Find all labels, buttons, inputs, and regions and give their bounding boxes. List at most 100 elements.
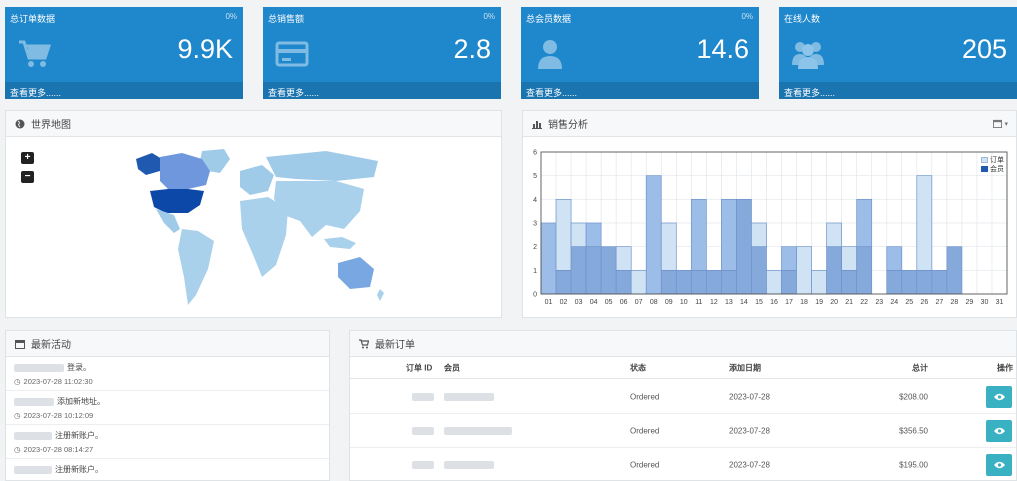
bar-overlap	[660, 269, 677, 295]
users-icon	[792, 42, 824, 69]
orders-table-header: 订单 ID 会员 状态 添加日期 总计 操作	[350, 357, 1016, 379]
tile-value: 205	[961, 34, 1007, 64]
bar-overlap	[856, 246, 873, 295]
x-tick-label: 18	[800, 299, 808, 306]
tile-value: 9.9K	[177, 34, 233, 64]
bar-members	[540, 222, 557, 295]
redacted-user	[14, 397, 54, 406]
bar-overlap	[570, 246, 587, 295]
map-region-australia	[338, 257, 374, 289]
redacted-member	[444, 426, 512, 435]
column-header-total[interactable]: 总计	[912, 362, 928, 373]
bar-orders	[766, 269, 782, 295]
bar-members	[645, 175, 662, 295]
x-tick-label: 31	[996, 299, 1004, 306]
activity-item[interactable]: 注册新账户。 ◷ 2023-07-28 08:14:27	[6, 425, 329, 459]
view-order-button[interactable]	[986, 453, 1012, 476]
tile-value: 14.6	[696, 34, 749, 64]
redacted-order-id	[412, 426, 434, 435]
redacted-order-id	[412, 392, 434, 401]
x-tick-label: 21	[845, 299, 853, 306]
activity-item[interactable]: 注册新账户。	[6, 459, 329, 480]
latest-activity-panel: 最新活动 登录。 ◷ 2023-07-28 11:02:30 添加新地址。 ◷ 20…	[5, 330, 330, 481]
tile-value: 2.8	[453, 34, 491, 64]
date-range-dropdown[interactable]: ▾	[992, 118, 1008, 129]
activity-time: 2023-07-28 08:14:27	[23, 445, 94, 454]
y-tick-label: 3	[533, 221, 537, 228]
activity-action: 登录。	[67, 363, 91, 372]
bar-overlap	[706, 269, 722, 295]
map-zoom-in-button[interactable]: +	[21, 152, 34, 164]
redacted-member	[444, 460, 494, 469]
legend-item-orders: 订单	[981, 156, 1004, 165]
order-total: $208.00	[899, 392, 928, 401]
bar-orders	[796, 246, 812, 295]
map-zoom-out-button[interactable]: −	[21, 171, 34, 183]
bar-overlap	[946, 246, 963, 295]
caret-down-icon: ▾	[1004, 121, 1008, 128]
world-map[interactable]	[116, 145, 386, 315]
credit-card-icon	[275, 41, 309, 67]
tile-title: 总订单数据	[10, 14, 56, 24]
x-tick-label: 25	[905, 299, 913, 306]
bar-orders	[630, 269, 647, 295]
bar-chart-icon	[532, 120, 542, 129]
order-date: 2023-07-28	[729, 460, 770, 469]
panel-title: 最新订单	[375, 340, 415, 351]
tile-more-link[interactable]: 查看更多......	[5, 82, 243, 99]
bar-members	[856, 198, 873, 248]
legend-item-members: 会员	[981, 165, 1004, 174]
eye-icon	[993, 461, 1005, 468]
activity-action: 添加新地址。	[57, 397, 105, 406]
tile-title: 总会员数据	[526, 14, 572, 24]
bar-overlap	[841, 269, 858, 295]
x-tick-label: 07	[635, 299, 643, 306]
x-tick-label: 13	[725, 299, 733, 306]
chart-legend: 订单 会员	[981, 156, 1004, 174]
column-header-id[interactable]: 订单 ID	[406, 362, 432, 373]
x-tick-label: 28	[950, 299, 958, 306]
eye-icon	[993, 427, 1005, 434]
bar-orders	[615, 246, 632, 271]
panel-title: 最新活动	[31, 340, 71, 351]
activity-item[interactable]: 登录。 ◷ 2023-07-28 11:02:30	[6, 357, 329, 391]
activity-item[interactable]: 添加新地址。 ◷ 2023-07-28 10:12:09	[6, 391, 329, 425]
bar-overlap	[600, 246, 617, 295]
tile-percent: 0%	[225, 12, 237, 21]
y-tick-label: 0	[533, 292, 537, 299]
user-icon	[538, 40, 562, 69]
tile-more-link[interactable]: 查看更多......	[779, 82, 1017, 99]
bar-orders	[811, 269, 827, 295]
bar-overlap	[585, 246, 602, 295]
shopping-cart-icon	[19, 40, 51, 67]
x-tick-label: 05	[605, 299, 613, 306]
y-tick-label: 4	[533, 197, 537, 204]
x-tick-label: 06	[620, 299, 628, 306]
view-order-button[interactable]	[986, 419, 1012, 442]
view-order-button[interactable]	[986, 385, 1012, 408]
shopping-cart-icon	[359, 338, 369, 348]
x-tick-label: 24	[890, 299, 898, 306]
x-tick-label: 04	[590, 299, 598, 306]
map-region-south-america	[178, 229, 214, 305]
redacted-user	[14, 431, 52, 440]
redacted-user	[14, 363, 64, 372]
column-header-member[interactable]: 会员	[444, 362, 460, 373]
bar-orders	[841, 246, 858, 271]
redacted-member	[444, 392, 494, 401]
table-row: Ordered 2023-07-28 $356.50	[350, 414, 1016, 448]
x-tick-label: 20	[830, 299, 838, 306]
bar-overlap	[615, 269, 632, 295]
column-header-status[interactable]: 状态	[630, 362, 646, 373]
map-region-new-zealand	[377, 289, 384, 301]
legend-label: 订单	[990, 157, 1004, 164]
tile-more-link[interactable]: 查看更多......	[263, 82, 501, 99]
bar-overlap	[826, 246, 842, 295]
bar-orders	[570, 222, 587, 248]
x-tick-label: 14	[740, 299, 748, 306]
bar-orders	[660, 222, 677, 271]
x-tick-label: 08	[650, 299, 658, 306]
bar-overlap	[901, 269, 918, 295]
column-header-date[interactable]: 添加日期	[729, 362, 761, 373]
tile-more-link[interactable]: 查看更多......	[521, 82, 759, 99]
